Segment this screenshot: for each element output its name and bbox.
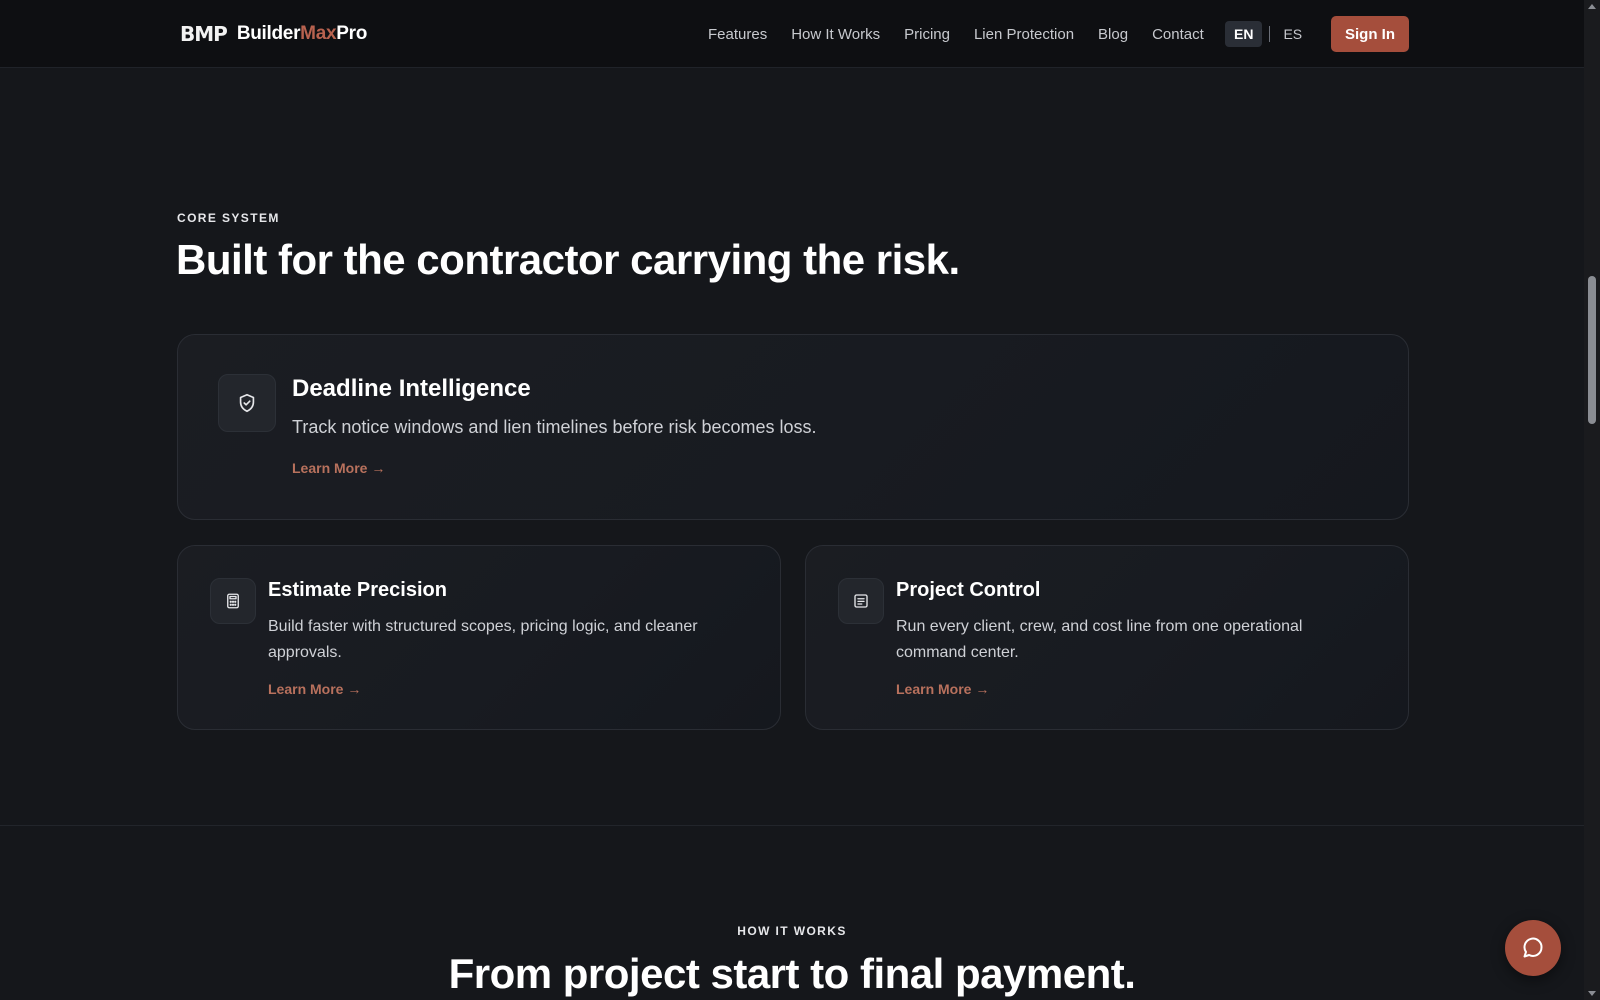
chat-button[interactable] [1505,920,1561,976]
calculator-icon [210,578,256,624]
how-it-works-heading: From project start to final payment. [448,950,1136,997]
brand-logo[interactable]: BMP BuilderMaxPro [180,20,367,48]
feature-card-deadline-intelligence: Deadline Intelligence Track notice windo… [177,334,1409,520]
scrollbar-thumb[interactable] [1588,276,1596,424]
nav-link-blog[interactable]: Blog [1098,26,1128,43]
card-title: Deadline Intelligence [292,375,531,402]
chat-bubble-icon [1523,937,1543,958]
top-navbar: BMP BuilderMaxPro Features How It Works … [0,0,1584,68]
section-eyebrow: CORE SYSTEM [177,211,280,225]
scroll-up-arrow-icon[interactable] [1588,4,1596,9]
lang-en-button[interactable]: EN [1225,21,1263,47]
sign-in-button[interactable]: Sign In [1331,16,1409,52]
lang-divider [1269,26,1271,42]
learn-more-link[interactable]: Learn More → [896,681,989,697]
logo-wordmark: BuilderMaxPro [236,23,368,44]
nav-link-pricing[interactable]: Pricing [904,26,950,43]
nav-link-features[interactable]: Features [708,26,767,43]
nav-link-how-it-works[interactable]: How It Works [791,26,880,43]
learn-more-link[interactable]: Learn More → [268,681,361,697]
card-title: Estimate Precision [268,579,447,601]
scroll-down-arrow-icon[interactable] [1588,991,1596,996]
feature-card-estimate-precision: Estimate Precision Build faster with str… [177,545,781,730]
card-description: Run every client, crew, and cost line fr… [896,618,1303,661]
logo-mark: BMP [180,22,228,46]
document-list-icon [838,578,884,624]
section-divider [0,825,1584,826]
nav-link-contact[interactable]: Contact [1152,26,1204,43]
card-description: Track notice windows and lien timelines … [292,417,817,437]
shield-check-icon [218,374,276,432]
page-scrollbar[interactable] [1584,0,1600,1000]
nav-link-lien-protection[interactable]: Lien Protection [974,26,1074,43]
nav-links: Features How It Works Pricing Lien Prote… [708,0,1228,68]
lang-es-button[interactable]: ES [1283,26,1302,42]
card-description: Build faster with structured scopes, pri… [268,618,698,661]
language-switcher: EN ES [1225,20,1302,48]
card-title: Project Control [896,579,1041,601]
learn-more-link[interactable]: Learn More → [292,460,385,476]
section-heading: Built for the contractor carrying the ri… [176,236,960,283]
how-it-works-eyebrow: HOW IT WORKS [737,924,847,938]
feature-card-project-control: Project Control Run every client, crew, … [805,545,1409,730]
